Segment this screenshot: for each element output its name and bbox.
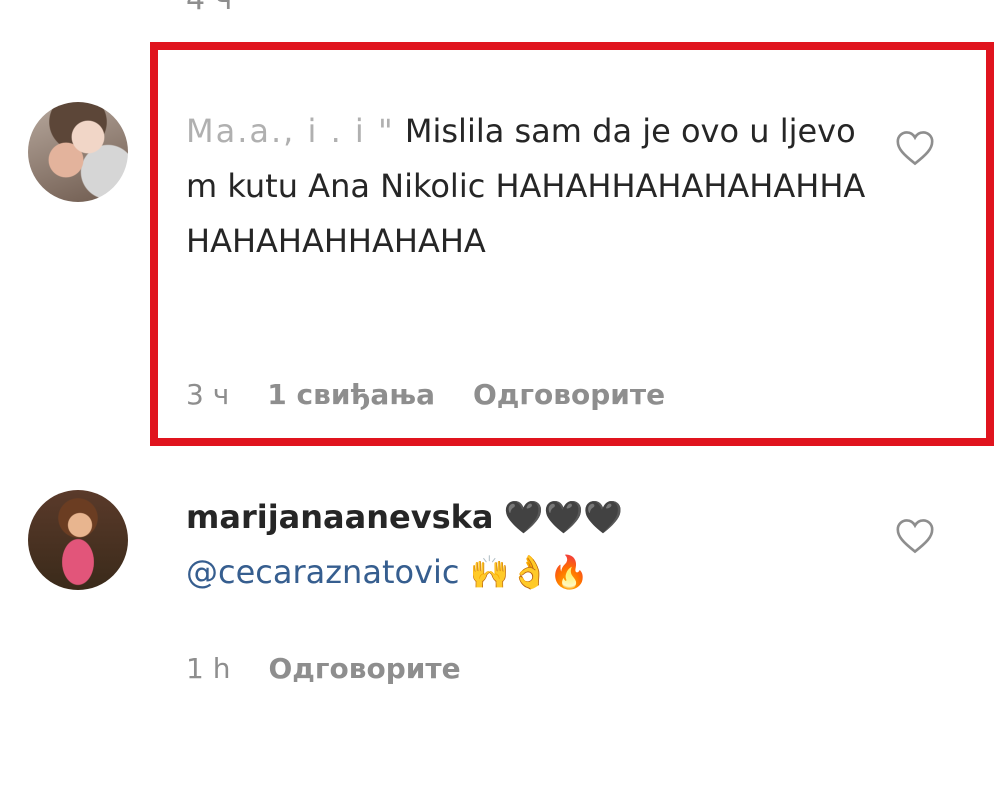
comment-text: marijanaanevska 🖤🖤🖤 @cecaraznatovic 🙌👌🔥	[186, 490, 866, 600]
hearts-emoji: 🖤🖤🖤	[503, 498, 624, 536]
previous-comment-time: 4 ч	[186, 0, 232, 17]
mention-link[interactable]: @cecaraznatovic	[186, 553, 459, 591]
comment-meta: 1 h Одговорите	[186, 652, 461, 685]
comment-username[interactable]: marijanaanevska	[186, 498, 493, 536]
avatar[interactable]	[28, 490, 128, 590]
emojis: 🙌👌🔥	[469, 553, 590, 591]
comment-time[interactable]: 1 h	[186, 652, 230, 685]
heart-outline-icon[interactable]	[894, 518, 936, 554]
avatar[interactable]	[28, 102, 128, 202]
highlight-box	[150, 42, 994, 446]
reply-button[interactable]: Одговорите	[268, 652, 460, 685]
